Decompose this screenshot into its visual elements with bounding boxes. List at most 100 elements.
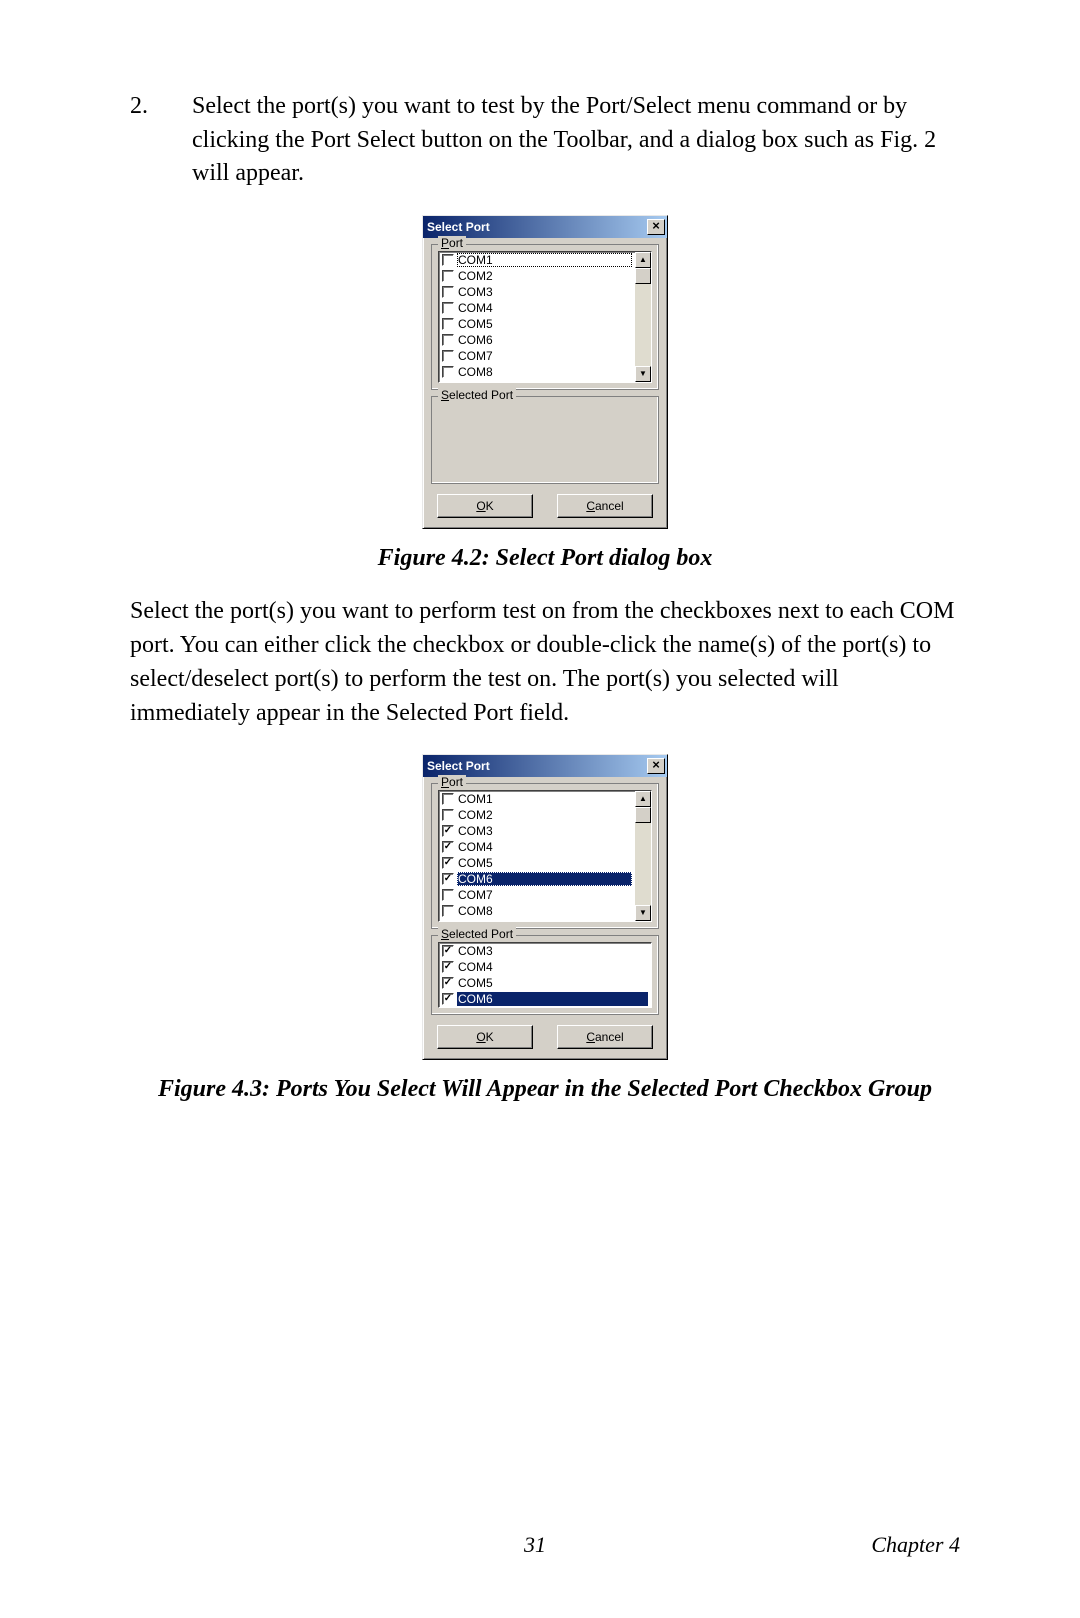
cancel-button[interactable]: Cancel xyxy=(557,494,653,518)
page-footer: 31 Chapter 4 xyxy=(0,1532,1080,1558)
checkbox[interactable]: ✓ xyxy=(442,857,454,869)
cancel-button[interactable]: Cancel xyxy=(557,1025,653,1049)
figure-4-3-caption: Figure 4.3: Ports You Select Will Appear… xyxy=(130,1076,960,1103)
checkbox[interactable] xyxy=(442,318,454,330)
list-item[interactable]: ✓COM5 xyxy=(441,855,633,871)
close-icon[interactable]: × xyxy=(647,758,665,774)
selected-port-listbox[interactable] xyxy=(438,403,652,477)
list-item[interactable]: COM8 xyxy=(441,364,633,380)
scroll-thumb[interactable] xyxy=(635,268,651,284)
list-item-label: COM3 xyxy=(457,824,632,838)
dialog-title: Select Port xyxy=(427,220,490,234)
list-item[interactable]: ✓COM6 xyxy=(441,991,649,1007)
port-group: Port COM1COM2✓COM3✓COM4✓COM5✓COM6COM7COM… xyxy=(431,783,659,929)
list-item-label: COM8 xyxy=(457,365,632,379)
selected-port-listbox[interactable]: ✓COM3✓COM4✓COM5✓COM6 xyxy=(438,942,652,1008)
checkbox[interactable] xyxy=(442,302,454,314)
checkbox[interactable]: ✓ xyxy=(442,825,454,837)
list-item-label: COM1 xyxy=(457,253,632,267)
checkbox[interactable] xyxy=(442,334,454,346)
selected-port-group: Selected Port ✓COM3✓COM4✓COM5✓COM6 xyxy=(431,935,659,1015)
list-item[interactable]: COM1 xyxy=(441,791,633,807)
chapter-label: Chapter 4 xyxy=(840,1532,960,1558)
list-item-label: COM4 xyxy=(457,840,632,854)
checkbox[interactable]: ✓ xyxy=(442,945,454,957)
selected-port-group: Selected Port xyxy=(431,396,659,484)
checkbox[interactable]: ✓ xyxy=(442,993,454,1005)
checkbox[interactable] xyxy=(442,270,454,282)
scroll-down-icon[interactable]: ▼ xyxy=(635,905,651,921)
checkbox[interactable] xyxy=(442,254,454,266)
list-item[interactable]: ✓COM4 xyxy=(441,959,649,975)
list-item-label: COM6 xyxy=(457,333,632,347)
selected-port-label: Selected Port xyxy=(438,927,516,941)
figure-4-3: Select Port × Port COM1COM2✓COM3✓COM4✓CO… xyxy=(130,754,960,1060)
port-group-label: Port xyxy=(438,775,466,789)
checkbox[interactable]: ✓ xyxy=(442,961,454,973)
list-item-label: COM4 xyxy=(457,960,648,974)
checkbox[interactable] xyxy=(442,889,454,901)
list-item[interactable]: COM1 xyxy=(441,252,633,268)
list-item-label: COM1 xyxy=(457,792,632,806)
list-item[interactable]: COM7 xyxy=(441,348,633,364)
list-item-label: COM7 xyxy=(457,888,632,902)
titlebar: Select Port × xyxy=(423,216,667,238)
list-item[interactable]: COM4 xyxy=(441,300,633,316)
list-item-label: COM3 xyxy=(457,285,632,299)
list-item-label: COM5 xyxy=(457,856,632,870)
list-item[interactable]: ✓COM3 xyxy=(441,823,633,839)
list-item-label: COM2 xyxy=(457,808,632,822)
page-number: 31 xyxy=(230,1532,840,1558)
port-group: Port COM1COM2COM3COM4COM5COM6COM7COM8 ▲ … xyxy=(431,244,659,390)
list-item[interactable]: ✓COM4 xyxy=(441,839,633,855)
list-item[interactable]: COM5 xyxy=(441,316,633,332)
list-item[interactable]: COM2 xyxy=(441,807,633,823)
checkbox[interactable]: ✓ xyxy=(442,873,454,885)
select-port-dialog-2: Select Port × Port COM1COM2✓COM3✓COM4✓CO… xyxy=(422,754,668,1060)
selected-port-label: Selected Port xyxy=(438,388,516,402)
dialog-title: Select Port xyxy=(427,759,490,773)
scrollbar[interactable]: ▲ ▼ xyxy=(635,252,651,382)
port-listbox[interactable]: COM1 COM2 COM3 COM4COM5COM6 COM7 COM8 ▲ ▼ xyxy=(438,251,652,383)
list-item[interactable]: COM8 xyxy=(441,903,633,919)
close-icon[interactable]: × xyxy=(647,219,665,235)
list-item[interactable]: ✓COM6 xyxy=(441,871,633,887)
checkbox[interactable] xyxy=(442,809,454,821)
list-item[interactable]: COM6 xyxy=(441,332,633,348)
list-item-label: COM5 xyxy=(457,976,648,990)
port-listbox[interactable]: COM1COM2✓COM3✓COM4✓COM5✓COM6COM7COM8 ▲ ▼ xyxy=(438,790,652,922)
checkbox[interactable] xyxy=(442,286,454,298)
scroll-up-icon[interactable]: ▲ xyxy=(635,791,651,807)
body-paragraph: Select the port(s) you want to perform t… xyxy=(130,594,960,730)
checkbox[interactable]: ✓ xyxy=(442,977,454,989)
list-item[interactable]: COM7 xyxy=(441,887,633,903)
list-item[interactable]: COM2 xyxy=(441,268,633,284)
scroll-up-icon[interactable]: ▲ xyxy=(635,252,651,268)
list-item-label: COM7 xyxy=(457,349,632,363)
list-item[interactable]: COM3 xyxy=(441,284,633,300)
list-item[interactable]: ✓COM5 xyxy=(441,975,649,991)
checkbox[interactable] xyxy=(442,793,454,805)
figure-4-2: Select Port × Port COM1COM2COM3COM4COM5C… xyxy=(130,215,960,529)
checkbox[interactable] xyxy=(442,366,454,378)
list-item-label: COM2 xyxy=(457,269,632,283)
step-text: Select the port(s) you want to test by t… xyxy=(192,90,960,191)
ok-button[interactable]: OK xyxy=(437,1025,533,1049)
figure-4-2-caption: Figure 4.2: Select Port dialog box xyxy=(130,545,960,572)
list-item-label: COM8 xyxy=(457,904,632,918)
scrollbar[interactable]: ▲ ▼ xyxy=(635,791,651,921)
list-item-label: COM4 xyxy=(457,301,632,315)
port-group-rest: ort xyxy=(449,236,463,250)
list-item-label: COM6 xyxy=(457,872,632,886)
titlebar: Select Port × xyxy=(423,755,667,777)
list-item-label: COM3 xyxy=(457,944,648,958)
scroll-down-icon[interactable]: ▼ xyxy=(635,366,651,382)
step-number: 2. xyxy=(130,90,192,124)
list-item[interactable]: ✓COM3 xyxy=(441,943,649,959)
ok-button[interactable]: OK xyxy=(437,494,533,518)
scroll-thumb[interactable] xyxy=(635,807,651,823)
checkbox[interactable] xyxy=(442,905,454,917)
checkbox[interactable] xyxy=(442,350,454,362)
checkbox[interactable]: ✓ xyxy=(442,841,454,853)
select-port-dialog: Select Port × Port COM1COM2COM3COM4COM5C… xyxy=(422,215,668,529)
